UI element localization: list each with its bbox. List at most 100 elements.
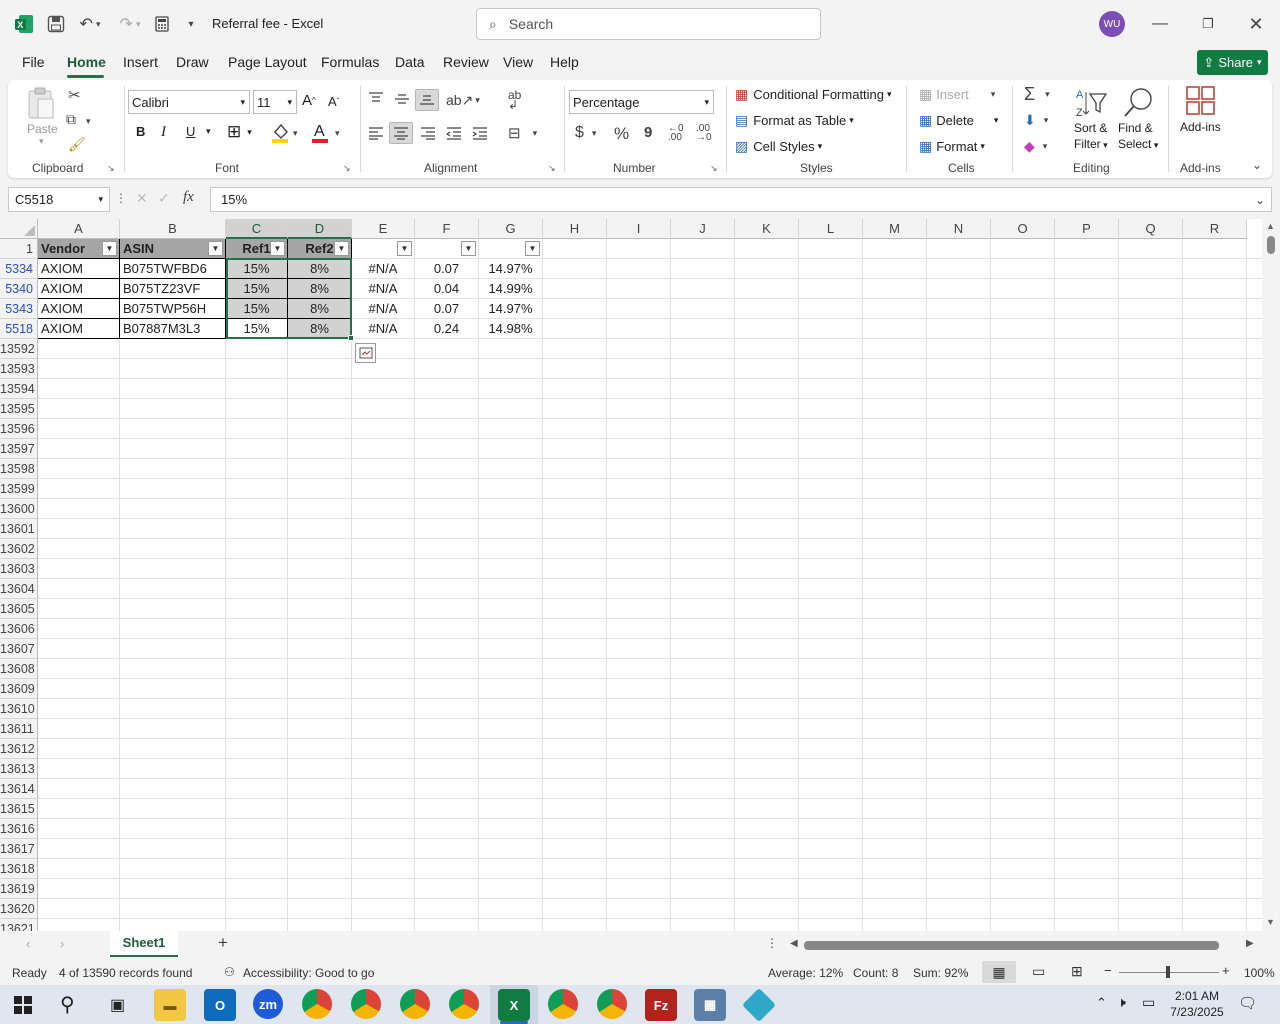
cell-styles-button[interactable]: ▨ Cell Styles ▾ (735, 138, 822, 155)
row-header[interactable]: 13594 (0, 379, 38, 399)
cell-vendor[interactable]: AXIOM (38, 279, 120, 299)
chrome-icon[interactable] (302, 989, 332, 1019)
cell-vendor[interactable]: AXIOM (38, 259, 120, 279)
enter-icon[interactable]: ✓ (158, 190, 170, 207)
cell-g[interactable]: 14.97% (479, 299, 543, 319)
avatar[interactable]: WU (1099, 11, 1125, 37)
dialog-launcher-icon[interactable]: ↘ (548, 163, 556, 174)
delete-cells-button[interactable]: ▦ Delete ▾ (919, 112, 998, 129)
row-header[interactable]: 13593 (0, 359, 38, 379)
add-ins-button[interactable]: Add-ins (1180, 120, 1221, 134)
number-format-select[interactable]: Percentage ▾ (569, 90, 714, 114)
filter-active-icon[interactable]: ▼ (525, 241, 540, 256)
cell-ref1[interactable]: 15% (226, 319, 288, 339)
autosum-icon[interactable]: Σ ▾ (1024, 84, 1050, 105)
zoom-in-icon[interactable]: + (1222, 963, 1230, 978)
cell-e[interactable]: #N/A (352, 319, 415, 339)
row-header[interactable]: 13620 (0, 899, 38, 919)
conditional-formatting-button[interactable]: ▦ Conditional Formatting ▾ (735, 86, 892, 103)
row-header[interactable]: 13616 (0, 819, 38, 839)
cell-vendor[interactable]: AXIOM (38, 299, 120, 319)
row-header[interactable]: 13595 (0, 399, 38, 419)
page-layout-view-icon[interactable]: ▭ (1032, 963, 1045, 980)
collapse-ribbon-icon[interactable]: ⌄ (1252, 158, 1262, 172)
excel-taskbar-icon[interactable]: X (498, 989, 530, 1021)
orientation-icon[interactable]: ab↗ ▾ (446, 92, 480, 109)
tab-review[interactable]: Review (443, 54, 489, 70)
column-header-i[interactable]: I (607, 219, 671, 239)
name-box[interactable]: C5518 ▾ (8, 187, 110, 212)
row-header[interactable]: 13592 (0, 339, 38, 359)
clear-icon[interactable]: ◆ ▾ (1024, 138, 1047, 155)
cell-e[interactable]: #N/A (352, 259, 415, 279)
tab-file[interactable]: File (22, 54, 45, 70)
column-header-m[interactable]: M (863, 219, 927, 239)
cancel-icon[interactable]: ✕ (136, 190, 148, 207)
volume-muted-icon[interactable]: 🕨 (1117, 994, 1126, 1011)
row-header[interactable]: 13597 (0, 439, 38, 459)
scroll-down-icon[interactable]: ▼ (1266, 917, 1275, 927)
tab-data[interactable]: Data (395, 54, 425, 70)
accessibility-icon[interactable]: ⚇ (224, 965, 235, 979)
status-accessibility[interactable]: Accessibility: Good to go (243, 966, 374, 980)
align-left-icon[interactable] (368, 126, 384, 143)
column-header-c[interactable]: C (226, 219, 288, 239)
middle-align-icon[interactable] (394, 92, 410, 109)
tab-formulas[interactable]: Formulas (321, 54, 379, 70)
column-header-j[interactable]: J (671, 219, 735, 239)
row-header[interactable]: 13604 (0, 579, 38, 599)
cell-asin[interactable]: B075TZ23VF (120, 279, 226, 299)
increase-indent-icon[interactable] (472, 126, 488, 143)
restore-icon[interactable]: ❐ (1196, 12, 1220, 36)
undo-icon[interactable]: ↶ ▾ (74, 12, 106, 36)
cell-g[interactable]: 14.98% (479, 319, 543, 339)
column-header-a[interactable]: A (38, 219, 120, 239)
column-header-r[interactable]: R (1183, 219, 1247, 239)
underline-button[interactable]: U (186, 124, 195, 139)
increase-font-icon[interactable]: A ^ (302, 92, 316, 109)
row-header[interactable]: 13612 (0, 739, 38, 759)
filter-dropdown-icon[interactable]: ▼ (397, 241, 412, 256)
more-options-icon[interactable]: ⋮ (115, 191, 127, 205)
scroll-sheets-right-icon[interactable]: › (60, 936, 64, 951)
windows-start-icon[interactable] (14, 996, 32, 1017)
column-header-f[interactable]: F (415, 219, 479, 239)
row-header[interactable]: 5340 (0, 279, 38, 299)
row-header[interactable]: 13611 (0, 719, 38, 739)
row-header[interactable]: 13605 (0, 599, 38, 619)
column-header-h[interactable]: H (543, 219, 607, 239)
notifications-icon[interactable]: 🗨 (1238, 994, 1257, 1012)
borders-icon[interactable]: ⊞ ▾ (227, 122, 252, 142)
expand-formula-icon[interactable]: ⌄ (1255, 193, 1265, 207)
find-select-button[interactable]: Find & Select ▾ (1118, 120, 1158, 153)
zoom-out-icon[interactable]: − (1104, 963, 1112, 978)
row-header[interactable]: 13610 (0, 699, 38, 719)
zoom-slider-thumb[interactable] (1166, 966, 1170, 978)
column-header-q[interactable]: Q (1119, 219, 1183, 239)
cell-ref1[interactable]: 15% (226, 299, 288, 319)
network-icon[interactable]: ▭ (1142, 994, 1155, 1011)
top-align-icon[interactable] (368, 92, 384, 109)
sheet-tab-sheet1[interactable]: Sheet1 (110, 931, 178, 957)
column-header-b[interactable]: B (120, 219, 226, 239)
column-header-k[interactable]: K (735, 219, 799, 239)
bottom-align-icon[interactable] (415, 89, 439, 111)
redo-icon[interactable]: ↷ ▾ (114, 12, 146, 36)
cell-g[interactable]: 14.97% (479, 259, 543, 279)
paste-button[interactable]: Paste (27, 122, 58, 136)
chrome-icon[interactable] (351, 989, 381, 1019)
cell-f[interactable]: 0.07 (415, 259, 479, 279)
worksheet-grid[interactable]: ABCDEFGHIJKLMNOPQR 1 5334 5340 5343 5518 1359… (0, 219, 1262, 931)
share-button[interactable]: ⇪ Share ▾ (1197, 50, 1268, 75)
fill-color-icon[interactable]: ▾ (271, 122, 301, 147)
task-view-icon[interactable]: ▣ (110, 995, 125, 1015)
dialog-launcher-icon[interactable]: ↘ (107, 163, 115, 174)
insert-cells-button[interactable]: ▦ Insert ▾ (919, 86, 995, 103)
column-header-e[interactable]: E (352, 219, 415, 239)
search-box[interactable]: ⌕ Search (476, 8, 821, 40)
add-ins-icon[interactable] (1186, 86, 1216, 119)
bold-button[interactable]: B (136, 124, 145, 139)
row-header[interactable]: 5334 (0, 259, 38, 279)
row-header[interactable]: 13606 (0, 619, 38, 639)
cell-ref2[interactable]: 8% (288, 299, 352, 319)
